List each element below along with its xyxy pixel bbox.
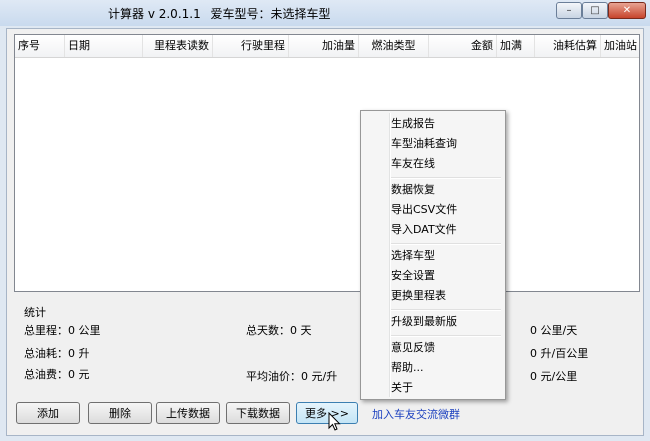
menu-item-change-odometer[interactable]: 更换里程表: [391, 287, 446, 305]
table-header: 序号 日期 里程表读数 行驶里程 加油量 燃油类型 金额 加满 油耗估算 加油站: [15, 35, 639, 58]
avg-consumption: 0 升/百公里: [530, 347, 589, 360]
total-distance: 总里程：0 公里: [24, 324, 101, 337]
add-button[interactable]: 添加: [16, 402, 80, 424]
column-header[interactable]: 加满: [497, 35, 535, 57]
window-title: 计算器 v 2.0.1.1 爱车型号：未选择车型: [108, 5, 337, 22]
menu-item-security-settings[interactable]: 安全设置: [391, 267, 435, 285]
avg-price: 平均油价：0 元/升: [246, 370, 338, 383]
upload-data-button[interactable]: 上传数据: [156, 402, 220, 424]
title-bar: 计算器 v 2.0.1.1 爱车型号：未选择车型 – □ ✕: [0, 0, 650, 26]
minimize-button[interactable]: –: [556, 2, 582, 19]
column-header[interactable]: 日期: [65, 35, 143, 57]
close-button[interactable]: ✕: [608, 2, 646, 19]
maximize-button[interactable]: □: [582, 2, 608, 19]
menu-item-feedback[interactable]: 意见反馈: [391, 339, 435, 357]
menu-item-help[interactable]: 帮助...: [391, 359, 424, 377]
menu-item-generate-report[interactable]: 生成报告: [391, 115, 435, 133]
menu-item-about[interactable]: 关于: [391, 379, 413, 397]
total-cost: 总油费：0 元: [24, 368, 90, 381]
column-header[interactable]: 油耗估算: [535, 35, 601, 57]
total-days: 总天数：0 天: [246, 324, 312, 337]
cost-per-km: 0 元/公里: [530, 370, 578, 383]
total-fuel: 总油耗：0 升: [24, 347, 90, 360]
menu-item-select-model[interactable]: 选择车型: [391, 247, 435, 265]
join-group-link[interactable]: 加入车友交流微群: [372, 406, 460, 422]
menu-item-upgrade[interactable]: 升级到最新版: [391, 313, 457, 331]
more-menu: 生成报告 车型油耗查询 车友在线 数据恢复 导出CSV文件 导入DAT文件 选择…: [360, 110, 506, 400]
menu-item-export-csv[interactable]: 导出CSV文件: [391, 201, 457, 219]
column-header[interactable]: 行驶里程: [213, 35, 289, 57]
menu-separator: [391, 335, 501, 337]
mouse-cursor-icon: [328, 412, 341, 431]
menu-separator: [391, 243, 501, 245]
menu-item-data-restore[interactable]: 数据恢复: [391, 181, 435, 199]
column-header[interactable]: 加油量: [289, 35, 359, 57]
menu-item-model-consumption[interactable]: 车型油耗查询: [391, 135, 457, 153]
menu-separator: [391, 309, 501, 311]
statistics-panel: 统计 总里程：0 公里 总天数：0 天 0 公里/天 总油耗：0 升 0 升/百…: [14, 298, 640, 394]
fuel-record-table[interactable]: 序号 日期 里程表读数 行驶里程 加油量 燃油类型 金额 加满 油耗估算 加油站: [14, 34, 640, 292]
menu-separator: [391, 177, 501, 179]
download-data-button[interactable]: 下载数据: [226, 402, 290, 424]
column-header[interactable]: 燃油类型: [359, 35, 429, 57]
avg-daily-distance: 0 公里/天: [530, 324, 578, 337]
statistics-title: 统计: [24, 306, 46, 319]
car-model-label: 爱车型号：未选择车型: [210, 7, 331, 21]
app-window: 计算器 v 2.0.1.1 爱车型号：未选择车型 – □ ✕ 序号 日期 里程表…: [0, 0, 650, 441]
menu-item-import-dat[interactable]: 导入DAT文件: [391, 221, 457, 239]
more-button[interactable]: 更多 >>: [296, 402, 358, 424]
delete-button[interactable]: 删除: [88, 402, 152, 424]
column-header[interactable]: 里程表读数: [143, 35, 213, 57]
column-header[interactable]: 序号: [15, 35, 65, 57]
column-header[interactable]: 加油站: [601, 35, 639, 57]
column-header[interactable]: 金额: [429, 35, 497, 57]
menu-item-friends-online[interactable]: 车友在线: [391, 155, 435, 173]
app-title: 计算器 v 2.0.1.1: [108, 7, 201, 21]
